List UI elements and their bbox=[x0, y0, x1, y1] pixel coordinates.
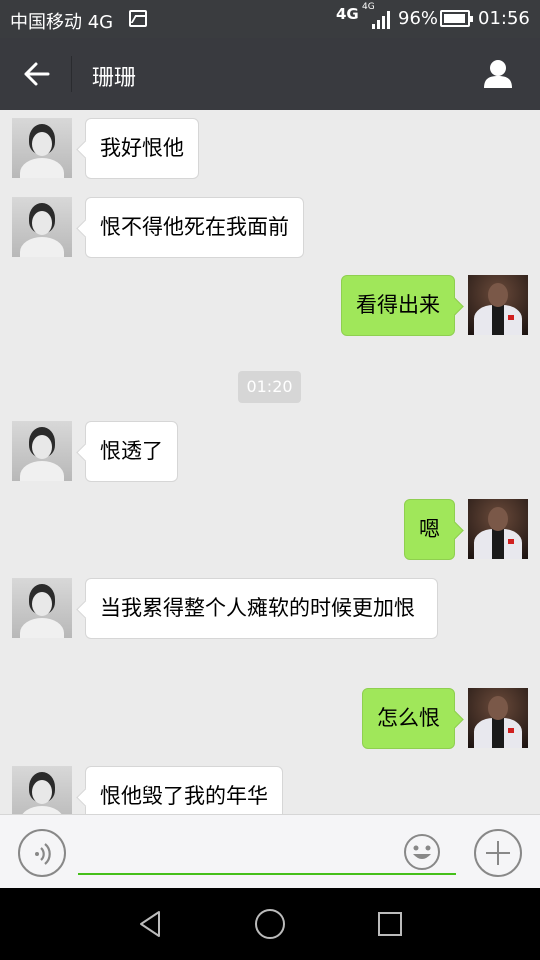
system-nav-bar bbox=[0, 888, 540, 960]
message-item: 恨透了 bbox=[0, 421, 540, 483]
my-avatar[interactable] bbox=[468, 688, 528, 748]
contact-avatar[interactable] bbox=[12, 197, 72, 257]
contact-avatar[interactable] bbox=[12, 118, 72, 178]
status-bar: 中国移动 4G 4G 4G 96% 01:56 bbox=[0, 0, 540, 38]
voice-button[interactable] bbox=[18, 829, 66, 877]
message-timestamp: 01:20 bbox=[238, 371, 301, 403]
contact-avatar[interactable] bbox=[12, 421, 72, 481]
message-item: 恨他毁了我的年华 bbox=[0, 766, 540, 814]
battery-fill bbox=[444, 14, 465, 23]
nav-recent-button[interactable] bbox=[378, 912, 402, 936]
my-avatar[interactable] bbox=[468, 499, 528, 559]
outgoing-message-bubble[interactable]: 看得出来 bbox=[341, 275, 455, 336]
chat-info-button[interactable] bbox=[476, 52, 520, 96]
header-divider bbox=[71, 56, 72, 92]
input-bar bbox=[0, 814, 540, 888]
voice-icon bbox=[35, 843, 51, 865]
back-button[interactable] bbox=[14, 52, 58, 96]
battery-icon bbox=[440, 10, 473, 27]
outgoing-message-bubble[interactable]: 嗯 bbox=[404, 499, 455, 560]
image-notification-icon bbox=[129, 10, 147, 27]
emoji-icon bbox=[404, 834, 440, 870]
message-item: 怎么恨 bbox=[0, 688, 540, 750]
battery-percent: 96% bbox=[398, 8, 439, 29]
clock: 01:56 bbox=[478, 8, 530, 29]
triangle-back-icon bbox=[140, 911, 160, 937]
incoming-message-bubble[interactable]: 恨透了 bbox=[85, 421, 178, 482]
chat-title: 珊珊 bbox=[92, 66, 137, 91]
person-icon bbox=[484, 60, 512, 88]
contact-avatar[interactable] bbox=[12, 766, 72, 814]
network-type-label: 4G bbox=[336, 5, 359, 23]
more-button[interactable] bbox=[474, 829, 522, 877]
nav-home-button[interactable] bbox=[255, 909, 285, 939]
arrow-left-icon bbox=[24, 62, 50, 86]
nav-back-button[interactable] bbox=[135, 908, 167, 940]
message-input[interactable] bbox=[78, 831, 456, 875]
chat-header: 珊珊 bbox=[0, 38, 540, 110]
message-item: 看得出来 bbox=[0, 275, 540, 337]
incoming-message-bubble[interactable]: 恨他毁了我的年华 bbox=[85, 766, 283, 814]
message-item: 当我累得整个人瘫软的时候更加恨 bbox=[0, 578, 540, 670]
message-item: 嗯 bbox=[0, 499, 540, 561]
carrier-label: 中国移动 4G bbox=[10, 12, 114, 33]
message-item: 恨不得他死在我面前 bbox=[0, 197, 540, 259]
outgoing-message-bubble[interactable]: 怎么恨 bbox=[362, 688, 455, 749]
my-avatar[interactable] bbox=[468, 275, 528, 335]
contact-avatar[interactable] bbox=[12, 578, 72, 638]
incoming-message-bubble[interactable]: 当我累得整个人瘫软的时候更加恨 bbox=[85, 578, 438, 639]
incoming-message-bubble[interactable]: 我好恨他 bbox=[85, 118, 199, 179]
message-list[interactable]: 我好恨他 恨不得他死在我面前 看得出来 01:20 恨透了 嗯 当我累得整个人瘫… bbox=[0, 110, 540, 814]
message-item: 我好恨他 bbox=[0, 118, 540, 180]
incoming-message-bubble[interactable]: 恨不得他死在我面前 bbox=[85, 197, 304, 258]
signal-icon bbox=[372, 11, 392, 29]
emoji-button[interactable] bbox=[403, 833, 441, 871]
